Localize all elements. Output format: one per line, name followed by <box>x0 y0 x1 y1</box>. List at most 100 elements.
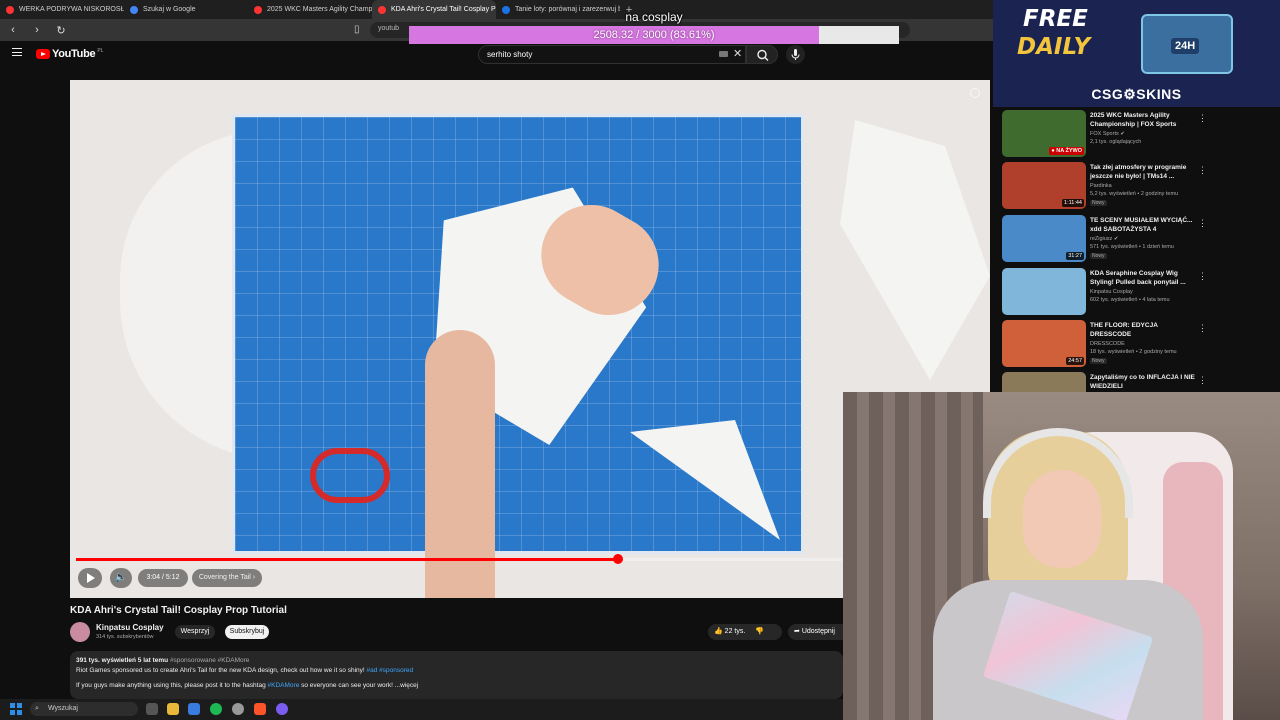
video-title[interactable]: THE FLOOR: EDYCJA DRESSCODE <box>1090 322 1196 339</box>
video-meta: 602 tys. wyświetleń • 4 lata temu <box>1090 297 1170 303</box>
more-options-icon[interactable]: ⋮ <box>1198 113 1207 124</box>
donation-goal-label: na cosplay <box>625 10 683 24</box>
donation-goal-bar: 2508.32 / 3000 (83.61%) <box>409 26 899 44</box>
dislike-icon[interactable]: 👎 <box>755 628 764 635</box>
forward-icon[interactable]: › <box>30 24 44 36</box>
brave-icon[interactable] <box>254 703 266 715</box>
video-meta: 571 tys. wyświetleń • 1 dzień temu <box>1090 244 1174 250</box>
channel-avatar[interactable] <box>70 622 90 642</box>
voice-search-button[interactable] <box>786 45 805 64</box>
description-line-1: Riot Games sponsored us to create Ahri's… <box>76 667 367 674</box>
menu-icon[interactable] <box>12 48 22 56</box>
volume-button[interactable]: 🔈 <box>110 568 132 588</box>
video-title[interactable]: 2025 WKC Masters Agility Championship | … <box>1090 112 1196 129</box>
progress-bar[interactable] <box>76 554 842 564</box>
description-hashtags[interactable]: #ad #sponsored <box>367 667 414 674</box>
kdamore-hashtag[interactable]: #KDAMore <box>268 682 300 689</box>
video-title[interactable]: TE SCENY MUSIAŁEM WYCIĄĆ... xdd SABOTAŻY… <box>1090 217 1196 234</box>
tab-favicon-icon <box>378 5 386 14</box>
volume-icon: 🔈 <box>114 572 128 583</box>
description-box[interactable]: 391 tys. wyświetleń 5 lat temu #sponsoro… <box>70 651 843 699</box>
video-title: KDA Ahri's Crystal Tail! Cosplay Prop Tu… <box>70 605 287 616</box>
recommended-video[interactable]: 1:11:44 Tak złej atmosfery w programie je… <box>1002 162 1272 212</box>
search-input[interactable]: serhito shoty <box>478 45 746 64</box>
donation-goal-text: 2508.32 / 3000 (83.61%) <box>593 29 715 41</box>
more-options-icon[interactable]: ⋮ <box>1198 218 1207 229</box>
file-explorer-icon[interactable] <box>167 703 179 715</box>
video-duration: 31:27 <box>1066 252 1084 260</box>
recommended-video[interactable]: ● NA ŻYWO 2025 WKC Masters Agility Champi… <box>1002 110 1272 160</box>
subscriber-count: 314 tys. subskrybentów <box>96 634 154 640</box>
tab-label: Szukaj w Google <box>143 6 196 13</box>
clear-search-icon[interactable]: ✕ <box>733 47 742 60</box>
browser-tab[interactable]: Szukaj w Google <box>124 0 248 19</box>
search-button[interactable] <box>746 45 778 64</box>
recommended-video[interactable]: 24:57 THE FLOOR: EDYCJA DRESSCODE DRESSCOD… <box>1002 320 1272 370</box>
more-options-icon[interactable]: ⋮ <box>1198 271 1207 282</box>
browser-tab[interactable]: WERKA PODRYWA NISKOROSŁYCH <box>0 0 124 19</box>
like-icon[interactable]: 👍 <box>714 628 723 635</box>
video-thumbnail[interactable] <box>1002 372 1086 392</box>
recommended-video[interactable]: Zapytaliśmy co to INFLACJA I NIE WIEDZIE… <box>1002 372 1272 392</box>
reload-icon[interactable]: ↻ <box>54 24 68 37</box>
keyboard-icon[interactable] <box>719 51 728 57</box>
browser-tab[interactable]: KDA Ahri's Crystal Tail! Cosplay P✕ <box>372 0 496 19</box>
share-icon: ➦ <box>794 628 800 635</box>
country-code: PL <box>97 48 104 54</box>
video-title[interactable]: Zapytaliśmy co to INFLACJA I NIE WIEDZIE… <box>1090 374 1196 391</box>
channel-name[interactable]: Kinpatsu Cosplay <box>96 623 164 632</box>
show-more-link[interactable]: ...więcej <box>393 682 419 689</box>
windows-start-icon[interactable] <box>10 703 22 715</box>
video-title[interactable]: Tak złej atmosfery w programie jeszcze n… <box>1090 164 1196 181</box>
live-badge: ● NA ŻYWO <box>1049 147 1084 155</box>
new-badge: Nowy <box>1090 253 1107 259</box>
store-icon[interactable] <box>188 703 200 715</box>
ad-free-text: FREE <box>1023 6 1088 32</box>
browser-tab[interactable]: 2025 WKC Masters Agility Champion <box>248 0 372 19</box>
chapter-button[interactable]: Covering the Tail › <box>192 569 262 587</box>
microphone-icon <box>791 49 800 60</box>
recommended-video[interactable]: KDA Seraphine Cosplay Wig Styling! Pulle… <box>1002 268 1272 318</box>
streamer-webcam <box>843 392 1280 720</box>
new-badge: Nowy <box>1090 358 1107 364</box>
recommended-video[interactable]: 31:27 TE SCENY MUSIAŁEM WYCIĄĆ... xdd SAB… <box>1002 215 1272 265</box>
youtube-logo[interactable]: YouTube PL <box>36 48 103 60</box>
channel-name[interactable]: Pardinka <box>1090 183 1112 189</box>
chrome-icon[interactable] <box>232 703 244 715</box>
channel-name[interactable]: FOX Sports ✔ <box>1090 131 1125 137</box>
task-view-icon[interactable] <box>146 703 158 715</box>
discord-icon[interactable] <box>276 703 288 715</box>
description-line-2-end: so everyone can see your work! <box>299 682 393 689</box>
channel-name[interactable]: DRESSCODE <box>1090 341 1125 347</box>
spotify-icon[interactable] <box>210 703 222 715</box>
sponsor-ad-banner[interactable]: FREE DAILY 24H CSG⚙SKINS <box>993 0 1280 107</box>
video-thumbnail[interactable]: 31:27 <box>1002 215 1086 262</box>
time-display: 3:04 / 5:12 <box>138 569 188 587</box>
taskbar-search-icon: ⌕ <box>35 705 39 712</box>
bookmark-icon[interactable]: ▯ <box>354 24 360 35</box>
tab-label: KDA Ahri's Crystal Tail! Cosplay P <box>391 6 496 13</box>
video-thumbnail[interactable] <box>1002 268 1086 315</box>
youtube-wordmark: YouTube <box>52 48 96 60</box>
video-thumbnail[interactable]: 1:11:44 <box>1002 162 1086 209</box>
share-button[interactable]: ➦ Udostępnij <box>788 624 844 640</box>
video-thumbnail[interactable]: 24:57 <box>1002 320 1086 367</box>
tab-favicon-icon <box>6 5 14 14</box>
description-tags[interactable]: #sponsorowane #KDAMore <box>170 657 250 664</box>
support-button[interactable]: Wesprzyj <box>175 625 215 639</box>
more-options-icon[interactable]: ⋮ <box>1198 165 1207 176</box>
like-count[interactable]: 22 tys. <box>725 628 746 635</box>
description-line-2: If you guys make anything using this, pl… <box>76 682 268 689</box>
video-thumbnail[interactable]: ● NA ŻYWO <box>1002 110 1086 157</box>
more-options-icon[interactable]: ⋮ <box>1198 323 1207 334</box>
channel-name[interactable]: reZigiusz ✔ <box>1090 236 1118 242</box>
play-button[interactable] <box>78 568 102 588</box>
subscribe-button[interactable]: Subskrybuj <box>225 625 269 639</box>
channel-name[interactable]: Kinpatsu Cosplay <box>1090 289 1133 295</box>
settings-icon[interactable] <box>970 88 980 98</box>
back-icon[interactable]: ‹ <box>6 24 20 36</box>
taskbar-search[interactable]: ⌕ Wyszukaj <box>30 702 138 716</box>
more-options-icon[interactable]: ⋮ <box>1198 375 1207 386</box>
progress-scrubber[interactable] <box>612 554 623 564</box>
video-title[interactable]: KDA Seraphine Cosplay Wig Styling! Pulle… <box>1090 270 1196 287</box>
